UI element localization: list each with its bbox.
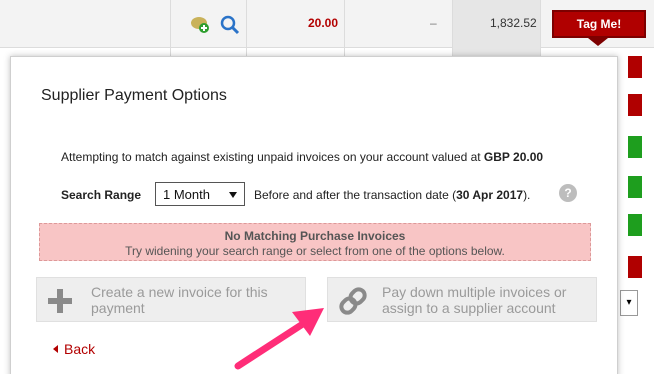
add-comment-icon[interactable] [190, 15, 210, 35]
chevron-left-icon [53, 345, 58, 353]
match-text: Attempting to match against existing unp… [61, 150, 484, 164]
side-status-marker[interactable] [628, 56, 642, 78]
side-dropdown-caret-icon[interactable]: ▾ [620, 290, 638, 316]
no-matching-invoices-alert: No Matching Purchase Invoices Try wideni… [39, 223, 591, 261]
pay-down-label: Pay down multiple invoices or assign to … [382, 284, 567, 316]
running-balance: 1,832.52 [490, 16, 537, 30]
side-status-marker[interactable] [628, 214, 642, 236]
side-status-marker[interactable] [628, 94, 642, 116]
search-icon[interactable] [220, 15, 240, 35]
transaction-amount: 20.00 [308, 16, 339, 30]
side-status-marker[interactable] [628, 256, 642, 278]
dialog-title: Supplier Payment Options [41, 87, 227, 104]
range-help-suffix: ). [523, 188, 531, 202]
search-range-label: Search Range [61, 188, 142, 202]
search-range-value: 1 Month [163, 186, 210, 202]
link-chain-icon [339, 287, 367, 315]
match-amount: GBP 20.00 [483, 150, 544, 164]
back-link[interactable]: Back [53, 341, 95, 357]
range-help-prefix: Before and after the transaction date ( [254, 188, 457, 202]
alert-message: Try widening your search range or select… [125, 244, 505, 258]
alert-title: No Matching Purchase Invoices [224, 229, 406, 243]
tag-button-pointer [588, 38, 608, 46]
side-status-marker[interactable] [628, 176, 642, 198]
back-label: Back [64, 341, 96, 357]
side-status-marker[interactable] [628, 136, 642, 158]
plus-icon [48, 289, 72, 313]
chevron-down-icon [229, 192, 237, 198]
transaction-date: 30 Apr 2017 [456, 188, 524, 202]
pay-down-invoices-button[interactable]: Pay down multiple invoices or assign to … [327, 277, 597, 322]
annotation-arrow-icon [234, 308, 324, 370]
tag-me-button[interactable]: Tag Me! [552, 10, 646, 38]
transaction-empty-value: – [430, 16, 437, 30]
search-range-select[interactable]: 1 Month [155, 182, 245, 206]
help-icon[interactable]: ? [559, 184, 577, 202]
match-description: Attempting to match against existing unp… [61, 150, 543, 164]
search-range-help: Before and after the transaction date (3… [254, 188, 530, 202]
